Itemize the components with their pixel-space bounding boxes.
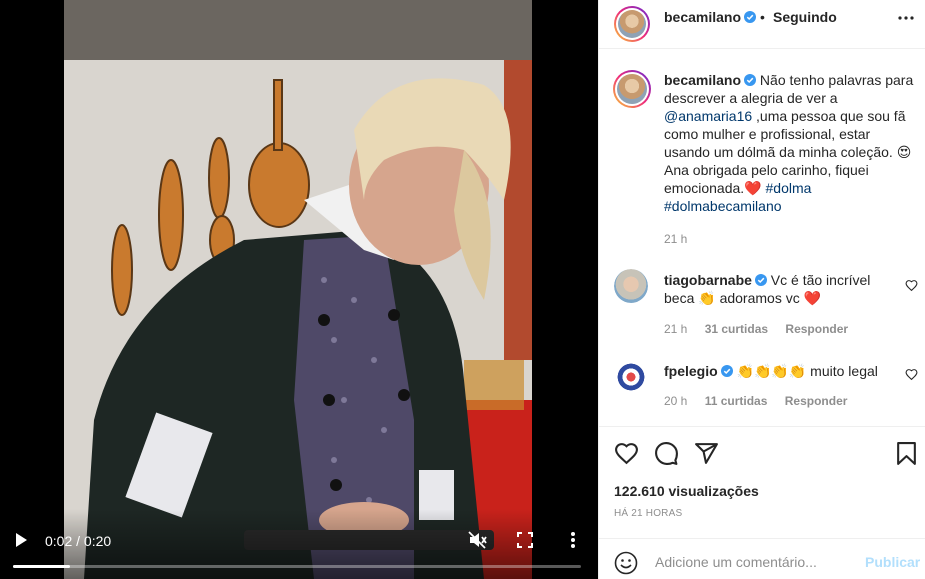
caption-time[interactable]: 21 h <box>664 232 687 246</box>
comment-input[interactable] <box>655 552 855 572</box>
publish-button[interactable]: Publicar <box>865 554 920 570</box>
caption-username[interactable]: becamilano <box>664 72 741 88</box>
emoji-icon[interactable] <box>614 551 638 575</box>
author-username-text[interactable]: becamilano <box>664 9 741 25</box>
comment-reply-button[interactable]: Responder <box>785 322 848 336</box>
comment-avatar-fpelegio[interactable] <box>614 360 648 394</box>
video-frame[interactable] <box>64 0 532 579</box>
video-player[interactable]: 0:02 / 0:20 <box>0 0 598 579</box>
comment-time[interactable]: 20 h <box>664 394 687 408</box>
post-side-panel: becamilano • Seguindo becamilano Não ten… <box>598 0 925 579</box>
hashtag-link-dolma[interactable]: #dolma <box>766 180 812 196</box>
post-header: becamilano • Seguindo <box>599 0 925 49</box>
comment-meta: 21 h 31 curtidas Responder <box>664 322 862 336</box>
comment-like-heart-icon[interactable] <box>905 279 918 292</box>
verified-badge-icon <box>744 11 757 23</box>
caption-author-avatar[interactable] <box>613 70 651 108</box>
more-options-icon[interactable] <box>896 10 916 26</box>
comment-reply-button[interactable]: Responder <box>785 394 848 408</box>
caption-mention-link[interactable]: @anamaria16 <box>664 108 752 124</box>
comment-tiagobarnabe: tiagobarnabe Vc é tão incrível beca 👏 ad… <box>664 271 899 307</box>
comment-likes[interactable]: 11 curtidas <box>705 394 768 408</box>
comment-bubble-icon[interactable] <box>654 441 679 466</box>
author-username[interactable]: becamilano <box>664 9 757 25</box>
play-icon[interactable] <box>12 531 30 549</box>
comment-avatar-tiagobarnabe[interactable] <box>614 269 648 303</box>
comments-list[interactable]: becamilano Não tenho palavras para descr… <box>599 49 925 426</box>
mute-icon[interactable] <box>467 530 487 550</box>
video-progress-fill <box>13 565 70 568</box>
verified-badge-icon <box>744 74 757 86</box>
verified-badge-icon <box>720 365 733 377</box>
comment-username[interactable]: tiagobarnabe <box>664 272 752 288</box>
comment-like-heart-icon[interactable] <box>905 368 918 381</box>
verified-badge-icon <box>754 274 767 286</box>
header-separator: • <box>760 9 765 25</box>
post-caption: becamilano Não tenho palavras para descr… <box>664 71 914 215</box>
video-progress-bar[interactable] <box>13 565 581 568</box>
add-comment-bar: Publicar <box>599 538 925 579</box>
comment-meta: 20 h 11 curtidas Responder <box>664 394 861 408</box>
video-still-image <box>64 0 532 579</box>
save-bookmark-icon[interactable] <box>894 441 919 466</box>
post-timestamp[interactable]: HÁ 21 HORAS <box>614 508 682 519</box>
comment-fpelegio: fpelegio 👏👏👏👏 muito legal <box>664 362 899 380</box>
instagram-post-modal: 0:02 / 0:20 becamilano • Seguindo becami… <box>0 0 925 579</box>
caption-meta: 21 h <box>664 232 701 246</box>
comment-time[interactable]: 21 h <box>664 322 687 336</box>
video-time-label: 0:02 / 0:20 <box>45 533 112 549</box>
author-avatar[interactable] <box>614 6 650 42</box>
more-vertical-icon[interactable] <box>565 530 581 550</box>
like-heart-icon[interactable] <box>614 441 639 466</box>
comment-likes[interactable]: 31 curtidas <box>705 322 768 336</box>
fullscreen-icon[interactable] <box>516 531 534 549</box>
following-button[interactable]: Seguindo <box>773 9 837 25</box>
share-paper-plane-icon[interactable] <box>694 441 719 466</box>
comment-username[interactable]: fpelegio <box>664 363 718 379</box>
post-actions: 122.610 visualizações HÁ 21 HORAS <box>599 426 925 529</box>
comment-text: 👏👏👏👏 muito legal <box>736 363 878 379</box>
hashtag-link-dolmabecamilano[interactable]: #dolmabecamilano <box>664 198 782 214</box>
views-count[interactable]: 122.610 visualizações <box>614 483 759 499</box>
